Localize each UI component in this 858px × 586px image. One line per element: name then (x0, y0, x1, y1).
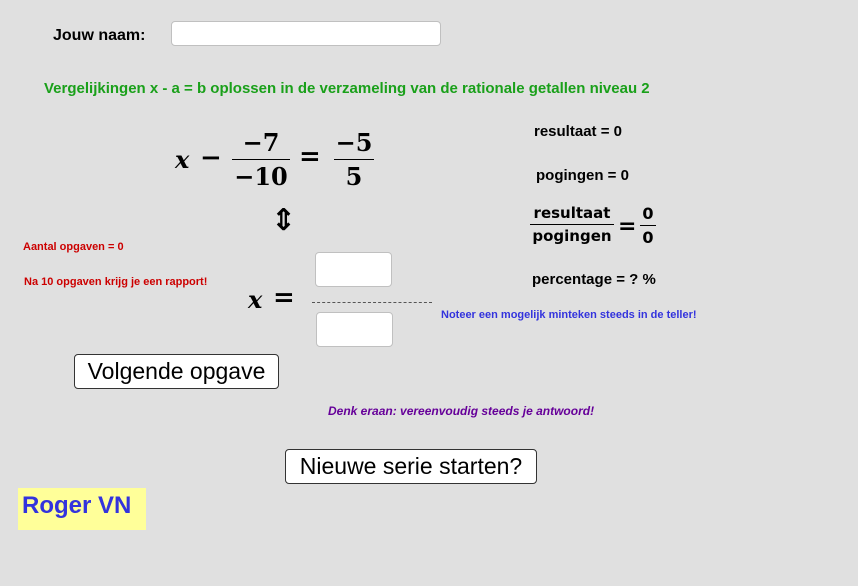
ratio-denominator-label: pogingen (532, 227, 612, 245)
name-label: Jouw naam: (53, 27, 146, 44)
name-input[interactable] (171, 21, 441, 46)
equation-equals: = (299, 142, 321, 172)
resultaat-label: resultaat = 0 (534, 123, 622, 140)
answer-equals: = (273, 283, 295, 313)
fraction-2-numerator: −5 (335, 128, 373, 157)
answer-numerator-input[interactable] (315, 252, 392, 287)
fraction-bar (530, 224, 614, 225)
ratio-fraction-values: 0 0 (640, 204, 656, 247)
ratio-equals: = (618, 214, 637, 239)
up-down-arrow-icon: ⇕ (271, 203, 297, 238)
pogingen-label: pogingen = 0 (536, 167, 629, 184)
answer-variable: x (248, 285, 263, 314)
fraction-1-numerator: −7 (242, 128, 280, 157)
ratio-numerator-value: 0 (642, 204, 654, 223)
ratio-numerator-label: resultaat (533, 204, 611, 222)
answer-fraction-line (312, 302, 432, 303)
fraction-2-denominator: 5 (345, 162, 363, 191)
ratio-denominator-value: 0 (642, 228, 654, 247)
fraction-bar (334, 159, 374, 160)
ratio-fraction-labels: resultaat pogingen (530, 204, 614, 245)
page-title: Vergelijkingen x - a = b oplossen in de … (44, 80, 650, 97)
equation-operator: − (200, 143, 222, 173)
rapport-notice: Na 10 opgaven krijg je een rapport! (24, 276, 208, 288)
equation-fraction-2: −5 5 (334, 128, 374, 191)
fraction-bar (232, 159, 290, 160)
author-label: Roger VN (18, 488, 146, 530)
answer-denominator-input[interactable] (316, 312, 393, 347)
equation-fraction-1: −7 −10 (232, 128, 290, 191)
percentage-label: percentage = ? % (532, 271, 656, 288)
equation-variable: x (175, 145, 190, 174)
fraction-bar (640, 225, 656, 226)
aantal-opgaven-label: Aantal opgaven = 0 (23, 241, 124, 253)
next-exercise-button[interactable]: Volgende opgave (74, 354, 279, 389)
fraction-1-denominator: −10 (234, 162, 288, 191)
minus-sign-note: Noteer een mogelijk minteken steeds in d… (441, 309, 697, 321)
simplify-hint: Denk eraan: vereenvoudig steeds je antwo… (328, 404, 595, 418)
new-series-button[interactable]: Nieuwe serie starten? (285, 449, 537, 484)
